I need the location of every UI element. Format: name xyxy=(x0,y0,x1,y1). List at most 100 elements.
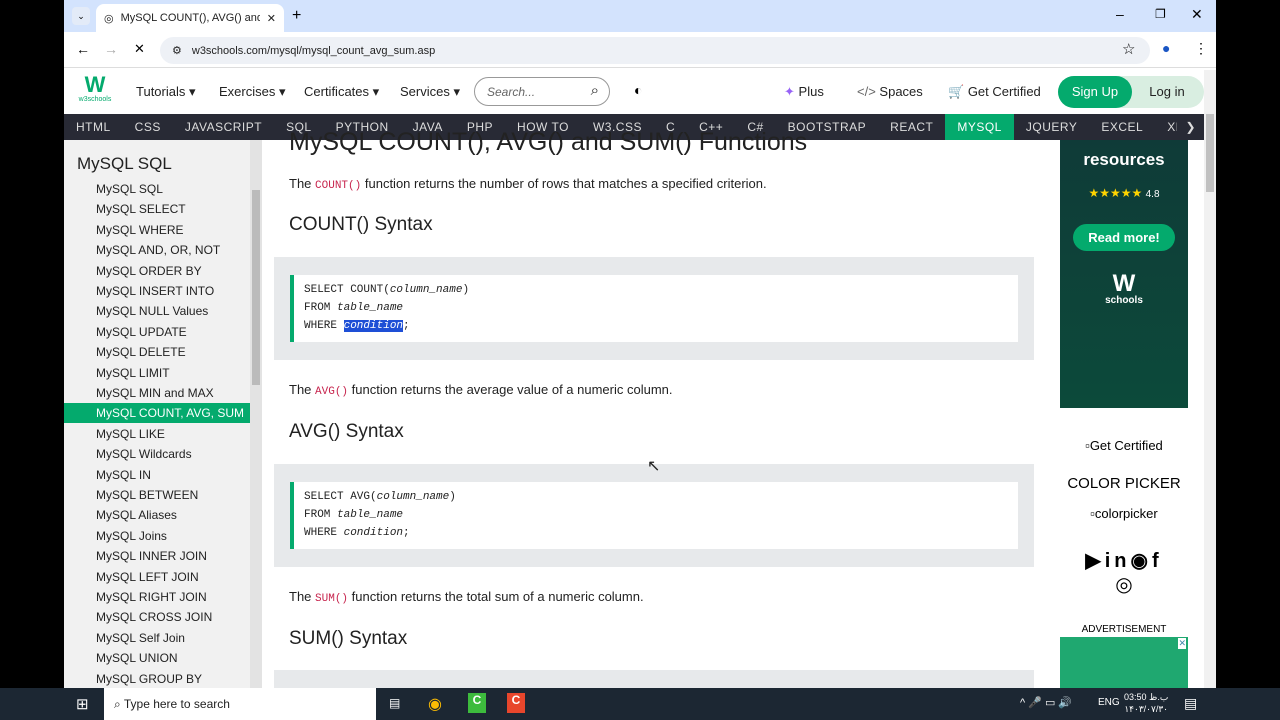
url-field[interactable]: ⚙ w3schools.com/mysql/mysql_count_avg_sum… xyxy=(160,37,1150,64)
back-icon[interactable]: ← xyxy=(76,41,90,57)
w3schools-logo[interactable]: Ww3schools xyxy=(78,74,112,104)
count-syntax-heading: COUNT() Syntax xyxy=(289,214,433,235)
spaces-link[interactable]: </> Spaces xyxy=(857,84,923,99)
site-info-icon[interactable]: ⚙ xyxy=(172,44,182,57)
close-window-icon[interactable]: ✕ xyxy=(1191,6,1203,23)
sum-code-box xyxy=(274,670,1034,688)
sidebar-item[interactable]: MySQL NULL Values xyxy=(64,301,250,321)
topnav-excel[interactable]: EXCEL xyxy=(1089,114,1155,140)
sidebar-title: MySQL SQL xyxy=(77,154,172,173)
notifications-icon[interactable]: ▤ xyxy=(1184,695,1197,712)
tab-active[interactable]: ◎ MySQL COUNT(), AVG() and SU ✕ xyxy=(96,4,284,32)
new-tab-icon[interactable]: + xyxy=(292,7,301,25)
camtasia-red-icon[interactable]: C xyxy=(507,693,525,713)
search-icon[interactable]: ⌕ xyxy=(591,82,599,99)
page-title: MySQL COUNT(), AVG() and SUM() Functions xyxy=(289,128,808,156)
topnav-mysql[interactable]: MYSQL xyxy=(945,114,1014,140)
colorpicker-image[interactable]: ▫colorpicker xyxy=(1044,506,1204,521)
topnav-jquery[interactable]: JQUERY xyxy=(1014,114,1089,140)
minimize-icon[interactable]: – xyxy=(1116,6,1124,22)
sidebar-item[interactable]: MySQL Joins xyxy=(64,526,250,546)
page-scrollbar[interactable] xyxy=(1204,70,1216,688)
sidebar-item[interactable]: MySQL ORDER BY xyxy=(64,261,250,281)
sidebar-item[interactable]: MySQL Wildcards xyxy=(64,444,250,464)
topnav-next-icon[interactable]: ❯ xyxy=(1177,114,1204,140)
windows-start-icon[interactable]: ⊞ xyxy=(76,695,89,713)
discord-icon[interactable]: ◉ xyxy=(1131,550,1152,572)
forward-icon[interactable]: → xyxy=(104,41,118,57)
sidebar-item[interactable]: MySQL LIKE xyxy=(64,424,250,444)
task-view-icon[interactable]: ▤ xyxy=(389,696,400,710)
topnav-react[interactable]: REACT xyxy=(878,114,945,140)
read-more-button[interactable]: Read more! xyxy=(1073,224,1175,251)
sidebar-item[interactable]: MySQL CROSS JOIN xyxy=(64,607,250,627)
topnav-javascript[interactable]: JAVASCRIPT xyxy=(173,114,274,140)
plus-link[interactable]: ✦ Plus xyxy=(784,84,824,100)
ad-slot[interactable]: ✕ xyxy=(1060,637,1188,688)
sidebar-item[interactable]: MySQL WHERE xyxy=(64,220,250,240)
topnav-html[interactable]: HTML xyxy=(64,114,123,140)
clock[interactable]: 03:50 ب.ظ ۱۴۰۳/۰۷/۳۰ xyxy=(1124,691,1168,715)
count-description: The COUNT() function returns the number … xyxy=(289,176,767,192)
sidebar-scrollbar[interactable] xyxy=(250,140,262,688)
youtube-icon[interactable]: ▶ xyxy=(1085,550,1104,572)
sign-up-button[interactable]: Sign Up xyxy=(1058,76,1132,108)
search-icon: ⌕ xyxy=(114,697,121,711)
sidebar-item[interactable]: MySQL UPDATE xyxy=(64,322,250,342)
language-indicator[interactable]: ENG xyxy=(1098,697,1120,708)
stop-icon[interactable]: ✕ xyxy=(134,41,145,57)
bookmark-star-icon[interactable]: ☆ xyxy=(1122,40,1135,58)
ad-title: resources xyxy=(1083,150,1165,169)
ad-close-icon[interactable]: ✕ xyxy=(1178,638,1186,649)
search-input[interactable]: Search... ⌕ xyxy=(474,77,610,106)
sidebar-item[interactable]: MySQL COUNT, AVG, SUM xyxy=(64,403,250,424)
menu-icon[interactable]: ⋮ xyxy=(1194,40,1208,57)
chrome-icon[interactable]: ◉ xyxy=(428,694,442,714)
sidebar-item[interactable]: MySQL BETWEEN xyxy=(64,485,250,505)
sidebar-item[interactable]: MySQL Self Join xyxy=(64,628,250,648)
get-certified-image[interactable]: ▫Get Certified xyxy=(1044,438,1204,453)
advertisement-label: ADVERTISEMENT xyxy=(1081,624,1167,635)
sidebar-item[interactable]: MySQL DELETE xyxy=(64,342,250,362)
sidebar-item[interactable]: MySQL GROUP BY xyxy=(64,669,250,688)
count-code-box: SELECT COUNT(column_name) FROM table_nam… xyxy=(274,257,1034,360)
sidebar-item[interactable]: MySQL UNION xyxy=(64,648,250,668)
sidebar-item[interactable]: MySQL LIMIT xyxy=(64,363,250,383)
nav-tutorials[interactable]: Tutorials ▾ xyxy=(136,84,196,100)
sidebar-item[interactable]: MySQL INSERT INTO xyxy=(64,281,250,301)
linkedin-icon[interactable]: in xyxy=(1105,550,1131,572)
address-bar-row: ← → ✕ ⚙ w3schools.com/mysql/mysql_count_a… xyxy=(64,32,1216,68)
avg-syntax-heading: AVG() Syntax xyxy=(289,421,404,442)
rating-value: 4.8 xyxy=(1145,189,1160,200)
nav-services[interactable]: Services ▾ xyxy=(400,84,460,100)
sidebar-item[interactable]: MySQL RIGHT JOIN xyxy=(64,587,250,607)
ad-logo-text: schools xyxy=(1105,295,1143,306)
camtasia-green-icon[interactable]: C xyxy=(468,693,486,713)
ad-banner[interactable]: resources ★★★★★ 4.8 Read more! W schools xyxy=(1060,140,1188,408)
taskbar-search-input[interactable]: ⌕ Type here to search xyxy=(104,688,376,720)
sidebar-item[interactable]: MySQL MIN and MAX xyxy=(64,383,250,403)
restore-icon[interactable]: ❐ xyxy=(1155,7,1166,21)
avg-code-box: SELECT AVG(column_name) FROM table_name … xyxy=(274,464,1034,567)
avg-code: SELECT AVG(column_name) FROM table_name … xyxy=(290,482,1018,549)
instagram-icon[interactable]: ◎ xyxy=(1044,572,1204,597)
tray-icons[interactable]: ^ 🎤 ▭ 🔊 xyxy=(1020,696,1072,709)
topnav-css[interactable]: CSS xyxy=(123,114,173,140)
nav-certificates[interactable]: Certificates ▾ xyxy=(304,84,379,100)
facebook-icon[interactable]: f xyxy=(1152,550,1163,572)
sidebar-item[interactable]: MySQL AND, OR, NOT xyxy=(64,240,250,260)
tab-search-button[interactable]: ⌄ xyxy=(72,7,90,25)
sidebar-item[interactable]: MySQL LEFT JOIN xyxy=(64,567,250,587)
sidebar-item[interactable]: MySQL IN xyxy=(64,465,250,485)
nav-exercises[interactable]: Exercises ▾ xyxy=(219,84,286,100)
log-in-button[interactable]: Log in xyxy=(1136,76,1198,108)
close-tab-icon[interactable]: ✕ xyxy=(267,12,276,25)
sidebar-item[interactable]: MySQL SELECT xyxy=(64,199,250,219)
profile-icon[interactable]: ● xyxy=(1162,40,1170,56)
sidebar-item[interactable]: MySQL SQL xyxy=(64,179,250,199)
get-certified-link[interactable]: 🛒 Get Certified xyxy=(948,84,1041,100)
dark-mode-toggle-icon[interactable]: ◐ xyxy=(634,82,642,98)
sidebar-item[interactable]: MySQL INNER JOIN xyxy=(64,546,250,566)
sidebar-item[interactable]: MySQL Aliases xyxy=(64,505,250,525)
taskbar: ⊞ ⌕ Type here to search ▤ ◉ C C ^ 🎤 ▭ 🔊 … xyxy=(0,688,1280,720)
